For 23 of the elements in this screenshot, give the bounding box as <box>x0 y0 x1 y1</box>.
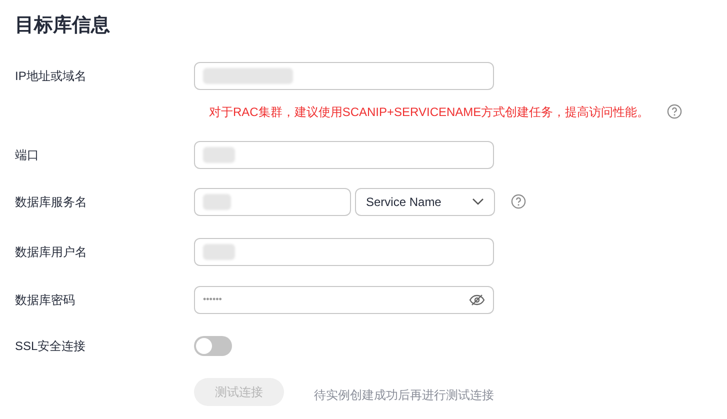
input-field[interactable] <box>194 188 351 216</box>
help-icon[interactable] <box>667 104 682 119</box>
field-label: 数据库密码 <box>15 292 76 308</box>
redacted-value <box>203 146 235 162</box>
help-icon[interactable] <box>511 194 526 209</box>
hint-text: 对于RAC集群，建议使用SCANIP+SERVICENAME方式创建任务，提高访问性能。 <box>209 104 650 120</box>
toggle-switch[interactable] <box>194 336 232 356</box>
redacted-value <box>203 244 235 260</box>
input-field[interactable] <box>194 238 494 266</box>
service-type-dropdown[interactable]: Service Name <box>355 188 495 216</box>
test-note: 待实例创建成功后再进行测试连接 <box>314 386 494 404</box>
input-field[interactable] <box>194 62 494 90</box>
field-label: 端口 <box>15 146 40 164</box>
input-field[interactable] <box>194 140 494 168</box>
password-field[interactable]: •••••• <box>194 286 494 314</box>
eye-slash-icon[interactable] <box>469 294 485 306</box>
section-title: 目标库信息 <box>15 14 111 38</box>
field-label: 数据库服务名 <box>15 194 88 210</box>
redacted-value <box>203 194 231 210</box>
field-label: SSL安全连接 <box>15 338 87 354</box>
chevron-down-icon <box>472 198 484 206</box>
field-label: IP地址或域名 <box>15 68 88 84</box>
field-label: 数据库用户名 <box>15 244 88 260</box>
